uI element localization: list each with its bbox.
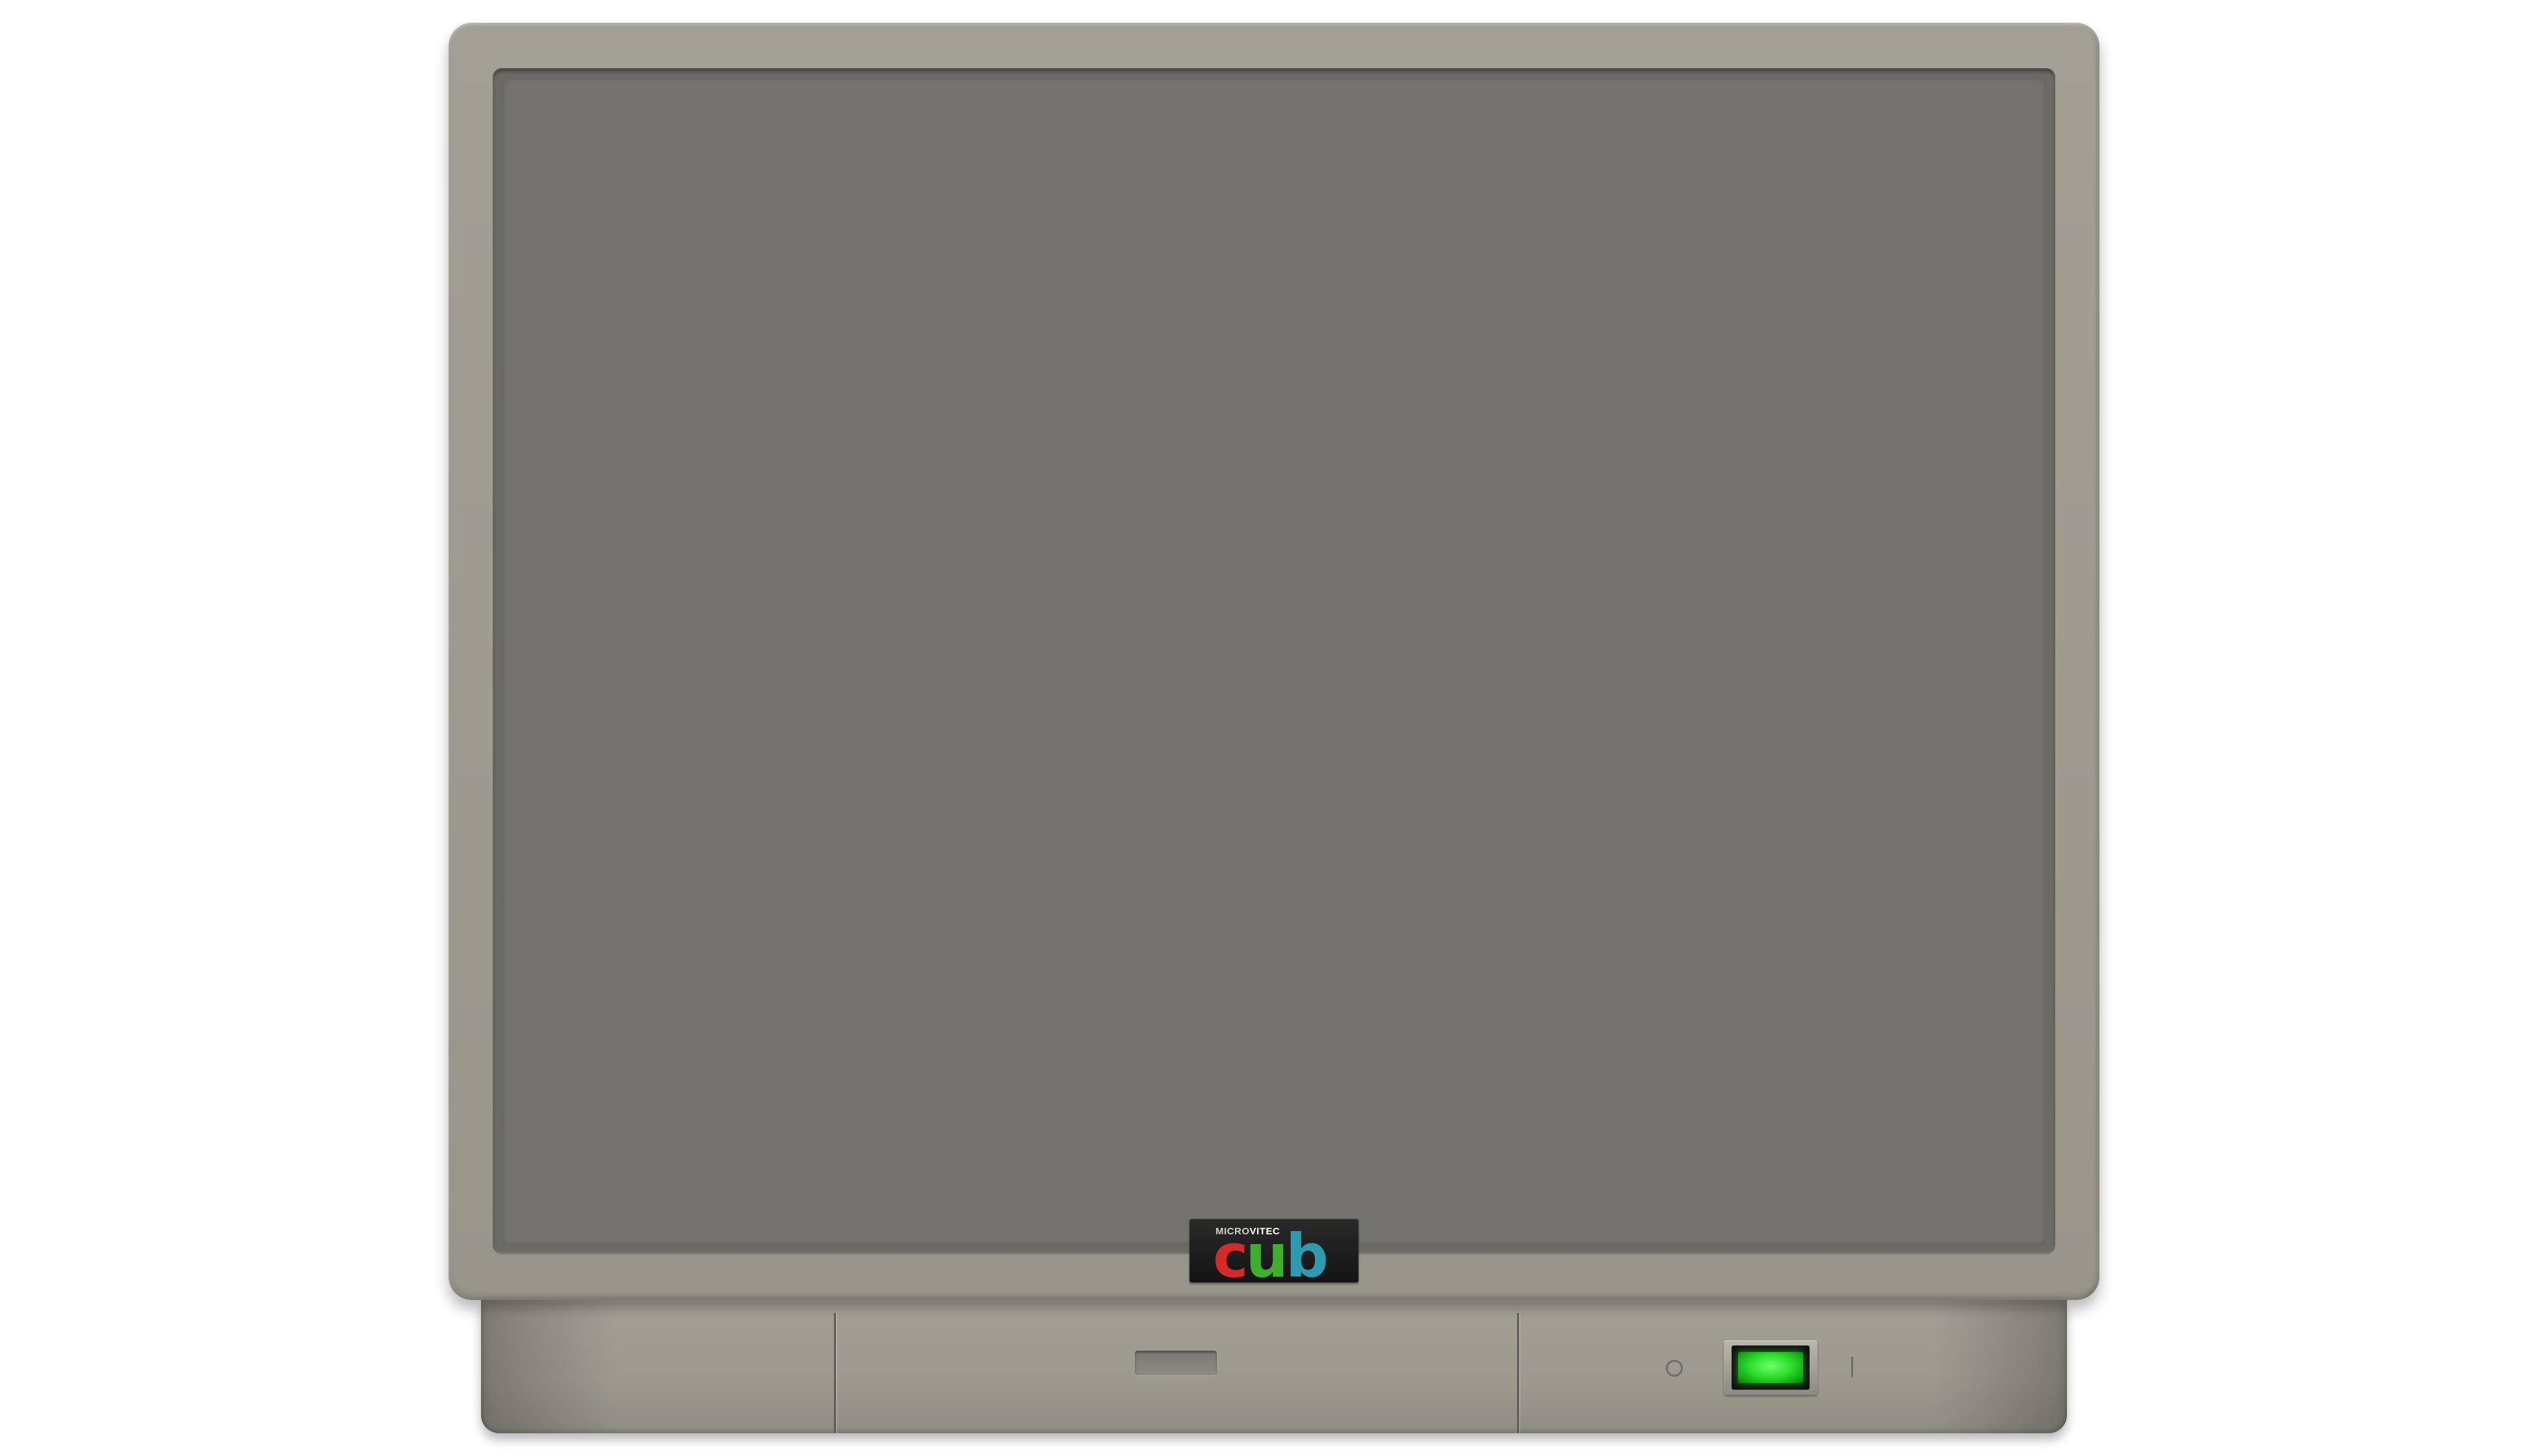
power-lamp-icon (1738, 1352, 1803, 1383)
power-switch[interactable] (1724, 1340, 1817, 1395)
power-on-symbol-icon (1851, 1357, 1853, 1377)
control-slot[interactable] (1135, 1351, 1217, 1375)
power-off-symbol-icon (1666, 1360, 1683, 1377)
monitor-screen (502, 77, 2046, 1245)
monitor-stage: MICROVITEC cub (0, 0, 2548, 1456)
logo-letter-c: c (1213, 1221, 1249, 1283)
base-seam-right (1517, 1313, 1519, 1433)
monitor-base (481, 1300, 2067, 1433)
screen-recess (493, 68, 2055, 1254)
power-switch-housing (1732, 1346, 1810, 1390)
logo-letter-b: b (1286, 1221, 1329, 1283)
base-shade-right (1930, 1300, 2067, 1433)
logo-letter-u: u (1245, 1221, 1288, 1283)
base-seam-left (834, 1313, 836, 1433)
logo-model-name: cub (1213, 1227, 1329, 1283)
monitor-bezel: MICROVITEC cub (448, 23, 2100, 1300)
base-shade-left (481, 1300, 618, 1433)
microvitec-cub-logo: MICROVITEC cub (1190, 1219, 1358, 1282)
